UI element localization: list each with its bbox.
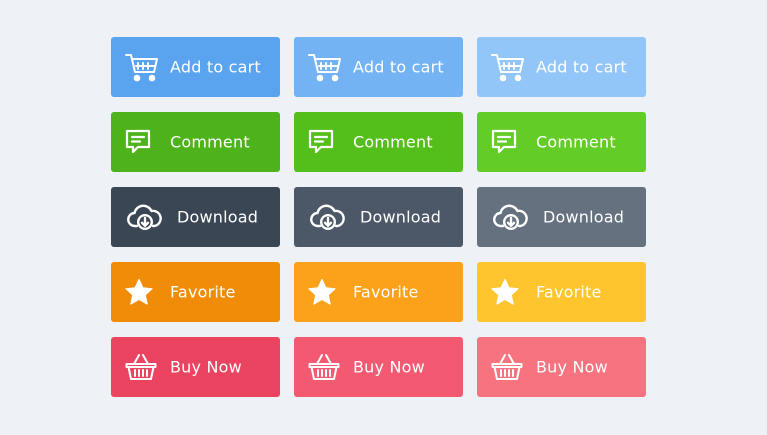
buy-now-label: Buy Now (353, 357, 425, 377)
comment-icon (125, 129, 151, 155)
shopping-cart-icon (308, 52, 342, 82)
buy-now-button-medium[interactable]: Buy Now (294, 337, 463, 397)
comment-label: Comment (353, 132, 433, 152)
star-icon (308, 278, 336, 306)
add-to-cart-button-light[interactable]: Add to cart (477, 37, 646, 97)
cloud-download-icon (127, 203, 163, 231)
download-button-medium[interactable]: Download (294, 187, 463, 247)
favorite-label: Favorite (353, 282, 419, 302)
buy-now-label: Buy Now (536, 357, 608, 377)
add-to-cart-button-dark[interactable]: Add to cart (111, 37, 280, 97)
button-grid: Add to cart Add to cart Add to cart Comm… (111, 37, 646, 397)
comment-icon (491, 129, 517, 155)
comment-icon (308, 129, 334, 155)
shopping-cart-icon (125, 52, 159, 82)
download-button-light[interactable]: Download (477, 187, 646, 247)
comment-button-medium[interactable]: Comment (294, 112, 463, 172)
basket-icon (491, 353, 523, 381)
download-label: Download (360, 207, 442, 227)
download-button-dark[interactable]: Download (111, 187, 280, 247)
cloud-download-icon (493, 203, 529, 231)
comment-button-light[interactable]: Comment (477, 112, 646, 172)
star-icon (125, 278, 153, 306)
comment-button-dark[interactable]: Comment (111, 112, 280, 172)
shopping-cart-icon (491, 52, 525, 82)
add-to-cart-button-medium[interactable]: Add to cart (294, 37, 463, 97)
add-to-cart-label: Add to cart (353, 57, 444, 77)
buy-now-button-light[interactable]: Buy Now (477, 337, 646, 397)
download-label: Download (543, 207, 625, 227)
cloud-download-icon (310, 203, 346, 231)
favorite-button-dark[interactable]: Favorite (111, 262, 280, 322)
star-icon (491, 278, 519, 306)
favorite-button-medium[interactable]: Favorite (294, 262, 463, 322)
favorite-label: Favorite (170, 282, 236, 302)
comment-label: Comment (170, 132, 250, 152)
basket-icon (308, 353, 340, 381)
download-label: Download (177, 207, 259, 227)
add-to-cart-label: Add to cart (536, 57, 627, 77)
favorite-button-light[interactable]: Favorite (477, 262, 646, 322)
basket-icon (125, 353, 157, 381)
favorite-label: Favorite (536, 282, 602, 302)
add-to-cart-label: Add to cart (170, 57, 261, 77)
comment-label: Comment (536, 132, 616, 152)
buy-now-button-dark[interactable]: Buy Now (111, 337, 280, 397)
buy-now-label: Buy Now (170, 357, 242, 377)
